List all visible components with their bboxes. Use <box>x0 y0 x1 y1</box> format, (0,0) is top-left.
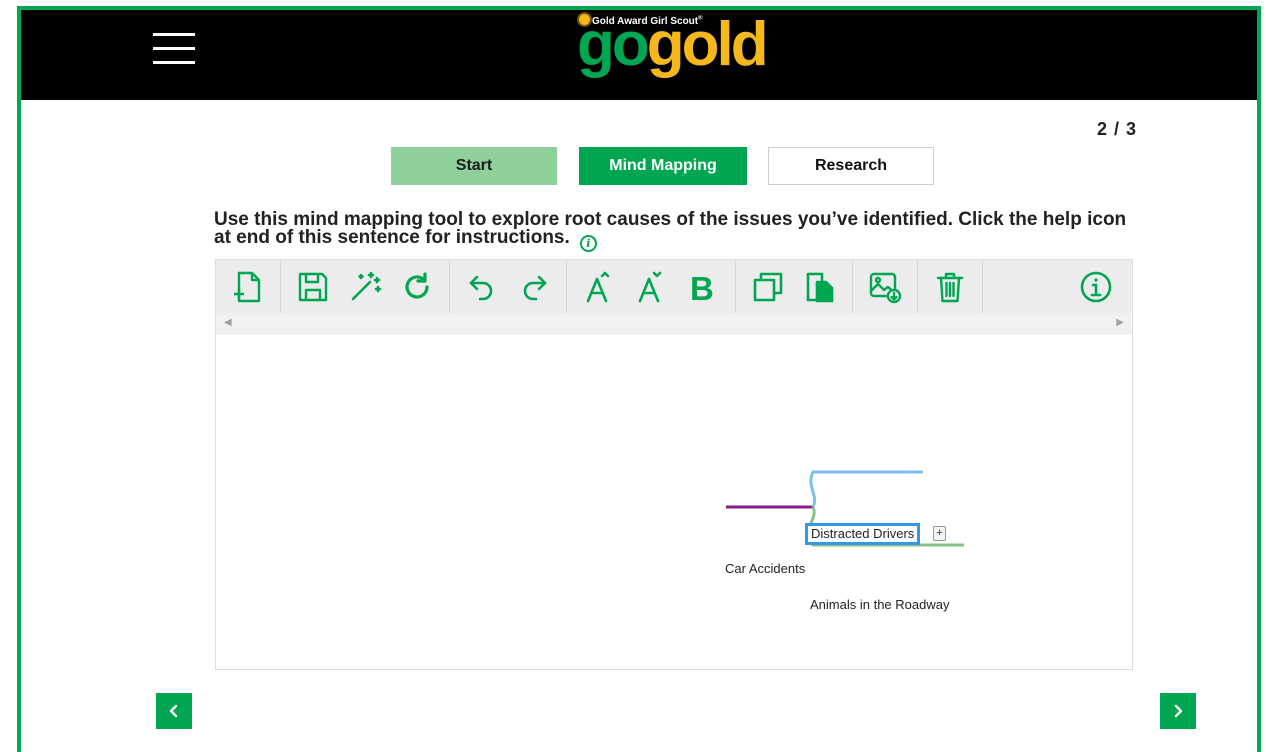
logo-tagline: Gold Award Girl Scout® <box>579 14 703 27</box>
tab-research[interactable]: Research <box>768 147 934 185</box>
site-header: gogold Gold Award Girl Scout® <box>21 10 1257 100</box>
previous-button[interactable] <box>156 693 192 729</box>
instructions-text: Use this mind mapping tool to explore ro… <box>214 209 1127 252</box>
undo-icon[interactable] <box>456 264 508 310</box>
help-info-icon[interactable]: i <box>579 235 597 252</box>
gogold-logo[interactable]: gogold Gold Award Girl Scout® <box>577 12 777 92</box>
editor-toolbar: B <box>216 260 1132 313</box>
mind-map-editor: B ◀ ▶ Distracted Drivers + Car Accidents… <box>215 259 1133 670</box>
redo-icon[interactable] <box>508 264 560 310</box>
paste-icon[interactable] <box>794 264 846 310</box>
magic-wand-icon[interactable] <box>339 264 391 310</box>
refresh-icon[interactable] <box>391 264 443 310</box>
scroll-right-icon[interactable]: ▶ <box>1116 317 1124 328</box>
tab-start[interactable]: Start <box>391 147 557 185</box>
sun-icon <box>579 14 590 25</box>
export-image-icon[interactable] <box>859 264 911 310</box>
copy-icon[interactable] <box>742 264 794 310</box>
bold-icon[interactable]: B <box>677 264 729 310</box>
next-button[interactable] <box>1160 693 1196 729</box>
info-icon[interactable] <box>1070 264 1122 310</box>
chevron-left-icon <box>169 704 178 718</box>
horizontal-scrollbar[interactable]: ◀ ▶ <box>216 313 1132 335</box>
mind-map-canvas[interactable]: Distracted Drivers + Car Accidents Anima… <box>216 335 1132 671</box>
tab-mind-mapping[interactable]: Mind Mapping <box>579 147 747 185</box>
node-distracted-drivers[interactable]: Distracted Drivers <box>805 523 921 545</box>
app-frame: gogold Gold Award Girl Scout® 2 / 3 Star… <box>17 6 1261 752</box>
scroll-left-icon[interactable]: ◀ <box>224 317 232 328</box>
add-child-button[interactable]: + <box>933 526 946 541</box>
increase-font-icon[interactable] <box>573 264 625 310</box>
chevron-right-icon <box>1174 704 1183 718</box>
save-icon[interactable] <box>287 264 339 310</box>
trash-icon[interactable] <box>924 264 976 310</box>
mind-map-links <box>726 470 964 547</box>
page-counter: 2 / 3 <box>1096 119 1137 139</box>
svg-text:B: B <box>690 270 714 305</box>
node-animals-roadway[interactable]: Animals in the Roadway <box>810 597 949 612</box>
new-document-icon[interactable] <box>222 264 274 310</box>
menu-icon[interactable] <box>153 30 197 70</box>
decrease-font-icon[interactable] <box>625 264 677 310</box>
node-car-accidents[interactable]: Car Accidents <box>725 561 805 576</box>
link-distracted-drivers <box>809 470 923 508</box>
